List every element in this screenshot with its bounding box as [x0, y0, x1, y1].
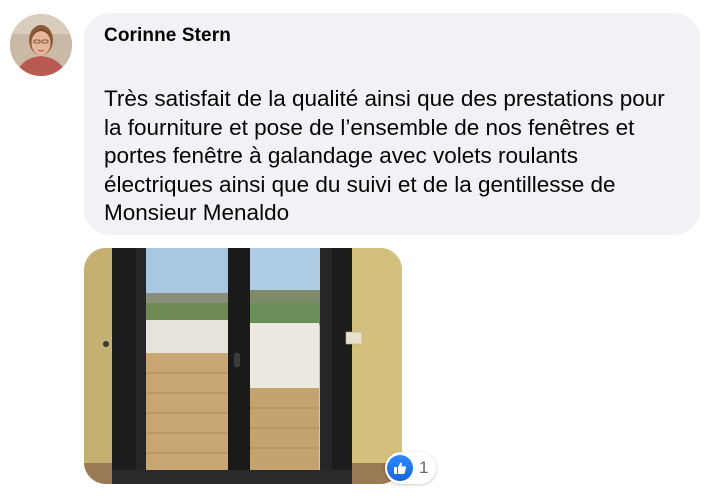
comment-bubble: Corinne Stern Très satisfait de la quali…: [84, 13, 700, 235]
reaction-count: 1: [419, 458, 429, 477]
avatar[interactable]: [10, 14, 72, 76]
thumbs-up-icon: [394, 462, 406, 474]
reaction-summary[interactable]: 1: [385, 452, 437, 484]
like-icon: [387, 455, 413, 481]
comment-author[interactable]: Corinne Stern: [104, 25, 231, 47]
comment-text: Très satisfait de la qualité ainsi que d…: [104, 86, 665, 225]
avatar-photo: [10, 14, 72, 76]
window-photo: [84, 248, 402, 484]
comment-attachment-photo[interactable]: [84, 248, 402, 484]
comment-container: Corinne Stern Très satisfait de la quali…: [0, 0, 715, 502]
